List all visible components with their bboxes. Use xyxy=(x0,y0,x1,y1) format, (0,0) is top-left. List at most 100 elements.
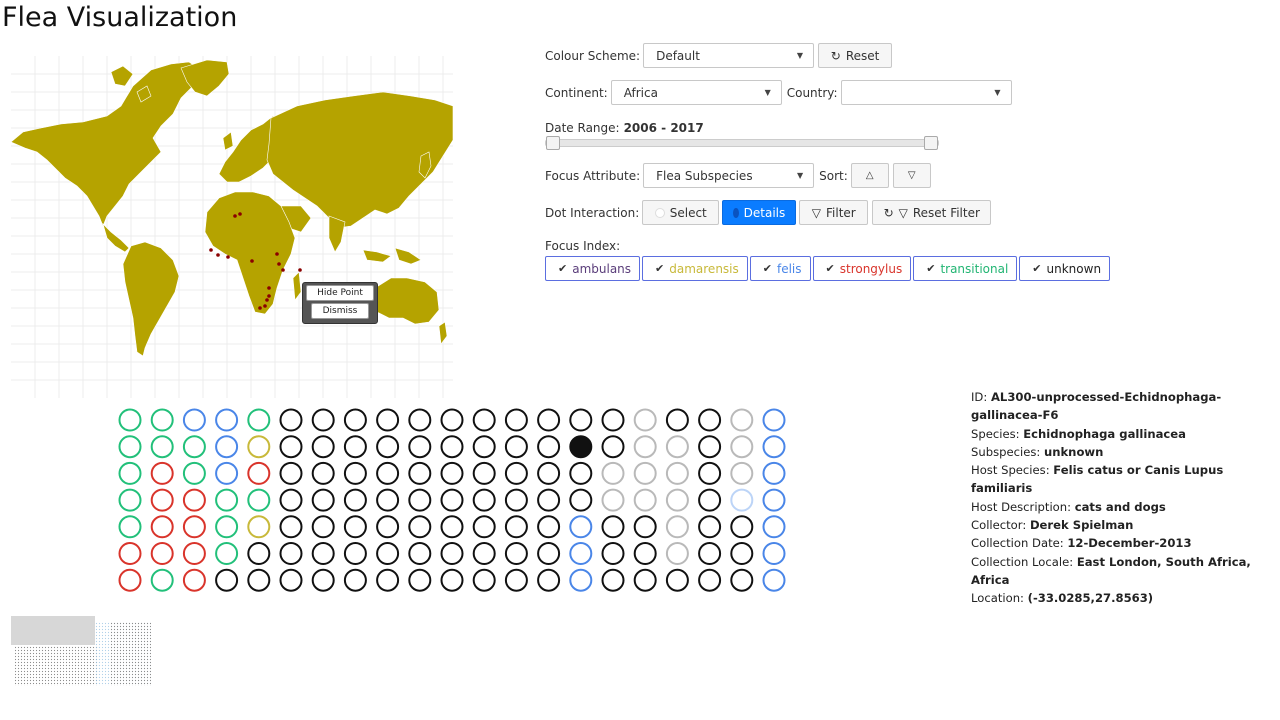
specimen-dot[interactable] xyxy=(150,542,174,565)
specimen-dot[interactable] xyxy=(730,542,754,565)
specimen-dot[interactable] xyxy=(698,488,722,512)
specimen-dot[interactable] xyxy=(247,515,271,539)
specimen-dot[interactable] xyxy=(311,435,335,459)
focus-chip-unknown[interactable]: ✔ unknown xyxy=(1019,256,1111,281)
specimen-dot[interactable] xyxy=(601,435,625,459)
specimen-dot[interactable] xyxy=(440,515,464,539)
specimen-dot[interactable] xyxy=(376,515,400,539)
specimen-dot[interactable] xyxy=(762,568,786,592)
specimen-dot[interactable] xyxy=(118,568,142,592)
specimen-dot[interactable] xyxy=(408,488,432,512)
specimen-dot[interactable] xyxy=(182,461,206,485)
specimen-dot[interactable] xyxy=(698,461,722,485)
specimen-dot[interactable] xyxy=(343,488,367,512)
specimen-dot[interactable] xyxy=(440,408,464,432)
specimen-dot[interactable] xyxy=(601,515,625,539)
specimen-dot[interactable] xyxy=(665,408,689,432)
specimen-dot[interactable] xyxy=(279,542,303,565)
specimen-dot[interactable] xyxy=(279,488,303,512)
date-range-slider[interactable] xyxy=(545,136,939,150)
specimen-dot[interactable] xyxy=(537,408,561,432)
specimen-dot[interactable] xyxy=(537,515,561,539)
specimen-dot[interactable] xyxy=(311,568,335,592)
specimen-dot-selected[interactable] xyxy=(569,435,593,459)
specimen-dot[interactable] xyxy=(150,568,174,592)
specimen-dot[interactable] xyxy=(118,408,142,432)
specimen-dot[interactable] xyxy=(633,515,657,539)
specimen-dot[interactable] xyxy=(150,515,174,539)
specimen-dot[interactable] xyxy=(537,542,561,565)
overview-minimap[interactable] xyxy=(11,616,151,688)
specimen-dot[interactable] xyxy=(376,408,400,432)
specimen-dot[interactable] xyxy=(440,461,464,485)
specimen-dot[interactable] xyxy=(472,568,496,592)
specimen-dot[interactable] xyxy=(376,542,400,565)
world-map[interactable]: Hide Point Dismiss xyxy=(11,56,453,398)
specimen-dot[interactable] xyxy=(472,461,496,485)
specimen-dot[interactable] xyxy=(665,461,689,485)
specimen-dot[interactable] xyxy=(440,542,464,565)
continent-select[interactable]: Africa ▼ xyxy=(610,80,782,105)
date-range-end-handle[interactable] xyxy=(924,136,938,150)
specimen-dot[interactable] xyxy=(762,542,786,565)
specimen-dot[interactable] xyxy=(762,515,786,539)
reset-filter-button[interactable]: ↻ ▽ Reset Filter xyxy=(872,200,992,225)
specimen-dot[interactable] xyxy=(537,435,561,459)
specimen-dot[interactable] xyxy=(569,515,593,539)
specimen-dot[interactable] xyxy=(150,488,174,512)
specimen-dot[interactable] xyxy=(182,542,206,565)
specimen-dot[interactable] xyxy=(247,461,271,485)
specimen-dot[interactable] xyxy=(762,435,786,459)
specimen-dot[interactable] xyxy=(118,435,142,459)
specimen-dot[interactable] xyxy=(601,542,625,565)
specimen-dot[interactable] xyxy=(504,408,528,432)
specimen-dot[interactable] xyxy=(601,461,625,485)
specimen-dot[interactable] xyxy=(247,568,271,592)
minimap-viewport[interactable] xyxy=(11,616,95,645)
focus-chip-ambulans[interactable]: ✔ ambulans xyxy=(545,256,641,281)
specimen-dot[interactable] xyxy=(730,488,754,512)
specimen-dot[interactable] xyxy=(150,435,174,459)
specimen-dot[interactable] xyxy=(376,461,400,485)
dismiss-button[interactable]: Dismiss xyxy=(311,303,369,319)
specimen-dot[interactable] xyxy=(730,515,754,539)
specimen-dot[interactable] xyxy=(601,488,625,512)
specimen-dot[interactable] xyxy=(182,488,206,512)
specimen-dot[interactable] xyxy=(730,435,754,459)
specimen-dot[interactable] xyxy=(118,542,142,565)
specimen-dot[interactable] xyxy=(569,461,593,485)
focus-chip-transitional[interactable]: ✔ transitional xyxy=(913,256,1018,281)
specimen-dot[interactable] xyxy=(472,435,496,459)
specimen-dot[interactable] xyxy=(633,461,657,485)
specimen-dot[interactable] xyxy=(408,461,432,485)
specimen-dot[interactable] xyxy=(215,435,239,459)
specimen-dot[interactable] xyxy=(504,568,528,592)
specimen-dot[interactable] xyxy=(408,408,432,432)
specimen-dot[interactable] xyxy=(504,435,528,459)
specimen-dot[interactable] xyxy=(569,542,593,565)
specimen-dot[interactable] xyxy=(504,542,528,565)
specimen-dot[interactable] xyxy=(537,568,561,592)
specimen-dot[interactable] xyxy=(215,461,239,485)
specimen-dot[interactable] xyxy=(762,461,786,485)
specimen-dot[interactable] xyxy=(762,488,786,512)
filter-button[interactable]: ▽ Filter xyxy=(799,200,869,225)
specimen-dot[interactable] xyxy=(665,515,689,539)
specimen-dot[interactable] xyxy=(311,461,335,485)
specimen-dot[interactable] xyxy=(440,435,464,459)
specimen-dot[interactable] xyxy=(698,515,722,539)
specimen-dot[interactable] xyxy=(408,515,432,539)
specimen-dot[interactable] xyxy=(633,408,657,432)
specimen-dot[interactable] xyxy=(279,408,303,432)
colour-scheme-select[interactable]: Default ▼ xyxy=(643,43,815,68)
specimen-dot[interactable] xyxy=(730,408,754,432)
specimen-dot[interactable] xyxy=(182,408,206,432)
specimen-dot[interactable] xyxy=(504,488,528,512)
specimen-dot[interactable] xyxy=(408,568,432,592)
specimen-dot[interactable] xyxy=(730,568,754,592)
specimen-dot[interactable] xyxy=(440,568,464,592)
specimen-dot[interactable] xyxy=(343,542,367,565)
specimen-dot[interactable] xyxy=(118,515,142,539)
focus-chip-damarensis[interactable]: ✔ damarensis xyxy=(642,256,748,281)
specimen-dot[interactable] xyxy=(376,568,400,592)
